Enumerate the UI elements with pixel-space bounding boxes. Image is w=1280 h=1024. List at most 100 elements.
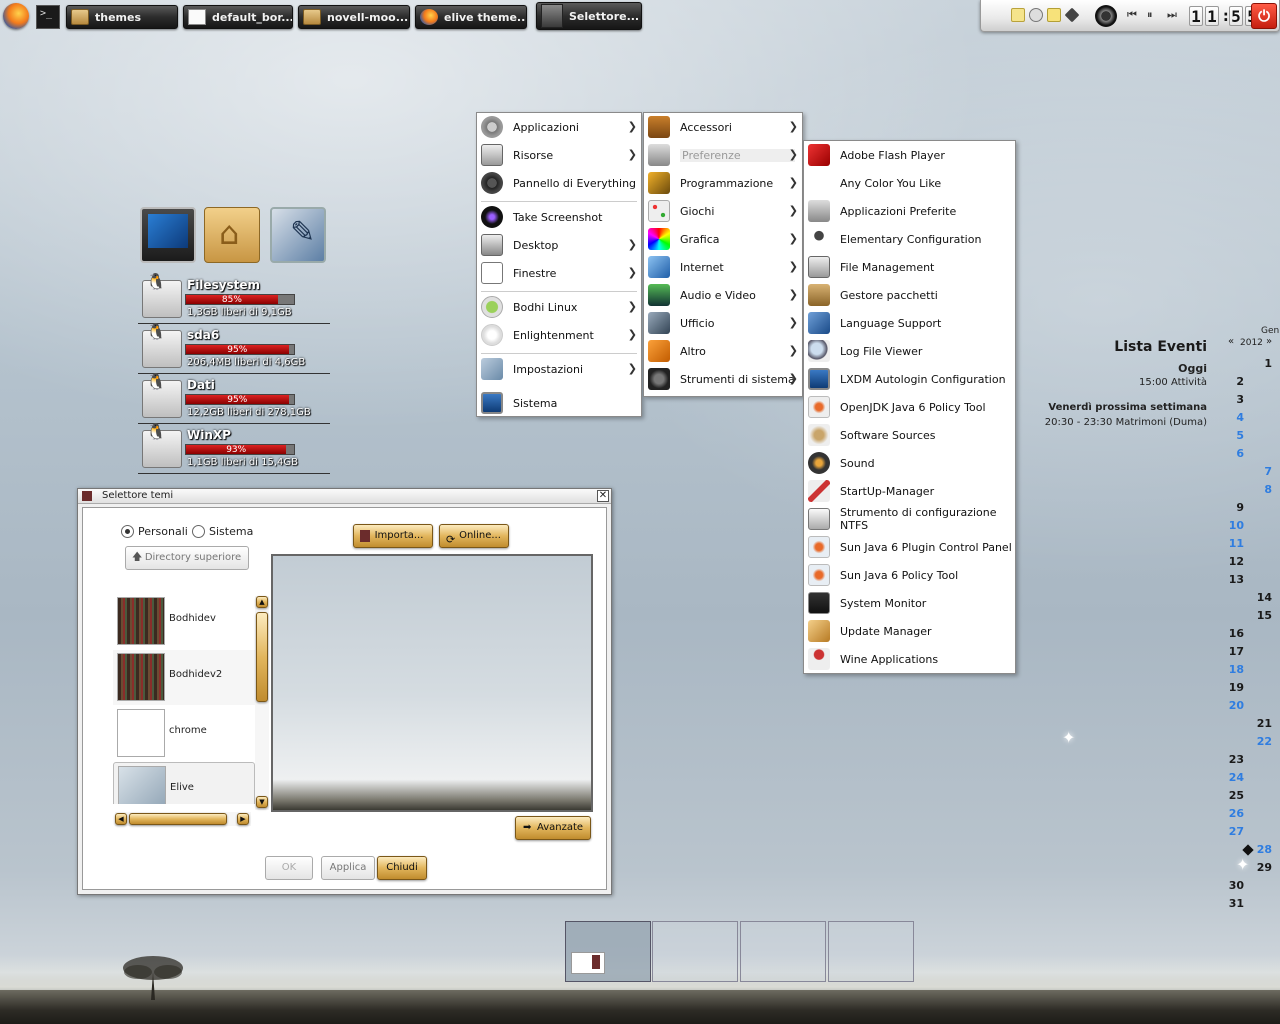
menu-item-adobe-flash[interactable]: Adobe Flash Player <box>804 141 1015 169</box>
dialog-titlebar[interactable]: Selettore temi ✕ <box>78 489 611 504</box>
menu-item-enlightenment[interactable]: Enlightenment ❯ <box>477 321 641 349</box>
calendar-day[interactable]: 4 <box>1222 411 1244 424</box>
menu-item-bodhi-linux[interactable]: Bodhi Linux ❯ <box>477 293 641 321</box>
calendar-day[interactable]: 23 <box>1222 753 1244 766</box>
menu-item-audio-video[interactable]: Audio e Video ❯ <box>644 281 802 309</box>
menu-item-pannello-everything[interactable]: Pannello di Everything <box>477 169 641 197</box>
menu-item-programmazione[interactable]: Programmazione ❯ <box>644 169 802 197</box>
menu-item-elementary-config[interactable]: Elementary Configuration <box>804 225 1015 253</box>
prev-icon[interactable]: ⏮ <box>1127 8 1141 22</box>
calendar-day[interactable]: 2 <box>1222 375 1244 388</box>
event-today-item[interactable]: 15:00 Attività <box>1139 377 1207 388</box>
calendar-day[interactable]: 20 <box>1222 699 1244 712</box>
calendar-day[interactable]: 26 <box>1222 807 1244 820</box>
menu-item-ntfs-config[interactable]: Strumento di configurazione NTFS <box>804 505 1015 533</box>
calendar-day[interactable]: 13 <box>1222 573 1244 586</box>
desktop-pager-4[interactable] <box>828 921 914 982</box>
parent-directory-button[interactable]: 🡅 Directory superiore <box>125 546 249 570</box>
clock[interactable]: 1 1 : 5 5 <box>1189 6 1259 26</box>
menu-item-update-manager[interactable]: Update Manager <box>804 617 1015 645</box>
task-button-elive-theme[interactable]: elive theme... <box>415 5 527 29</box>
sticky-note-icon[interactable] <box>1047 8 1061 22</box>
theme-item-bodhidev2[interactable]: Bodhidev2 <box>113 650 255 705</box>
menu-item-grafica[interactable]: Grafica ❯ <box>644 225 802 253</box>
calendar-day[interactable]: 25 <box>1222 789 1244 802</box>
menu-item-altro[interactable]: Altro ❯ <box>644 337 802 365</box>
calendar-day[interactable]: 1 <box>1250 357 1272 370</box>
power-icon[interactable]: ⏻ <box>1251 3 1277 29</box>
scroll-thumb[interactable] <box>129 813 227 825</box>
record-icon[interactable] <box>1095 5 1117 27</box>
menu-item-software-sources[interactable]: Software Sources <box>804 421 1015 449</box>
menu-item-ufficio[interactable]: Ufficio ❯ <box>644 309 802 337</box>
calendar-day[interactable]: 12 <box>1222 555 1244 568</box>
menu-item-finestre[interactable]: Finestre ❯ <box>477 259 641 287</box>
theme-item-chrome[interactable]: chrome <box>113 706 255 761</box>
drive-gadget-sda6[interactable]: 🐧 sda6 95% 206,4MB liberi di 4,6GB <box>138 322 330 374</box>
pause-icon[interactable]: ⏸ <box>1147 8 1161 22</box>
theme-item-elive[interactable]: Elive <box>113 762 255 804</box>
menu-item-sound[interactable]: Sound <box>804 449 1015 477</box>
firefox-launcher-icon[interactable] <box>3 3 29 29</box>
calendar-day[interactable]: 15 <box>1250 609 1272 622</box>
menu-item-take-screenshot[interactable]: Take Screenshot <box>477 203 641 231</box>
task-button-default-border[interactable]: default_bor... <box>183 5 293 29</box>
scroll-down-icon[interactable]: ▼ <box>256 796 268 808</box>
theme-list-vertical-scrollbar[interactable]: ▲ ▼ <box>255 596 269 810</box>
calendar-day[interactable]: 8 <box>1250 483 1272 496</box>
radio-personali[interactable]: Personali <box>121 525 188 538</box>
close-button[interactable]: Chiudi <box>377 856 427 880</box>
task-button-theme-selector[interactable]: Selettore... <box>536 2 642 30</box>
menu-item-openjdk-policy[interactable]: OpenJDK Java 6 Policy Tool <box>804 393 1015 421</box>
scroll-right-icon[interactable]: ▶ <box>237 813 249 825</box>
menu-item-accessori[interactable]: Accessori ❯ <box>644 113 802 141</box>
desktop-pager-1[interactable] <box>565 921 651 982</box>
theme-item-bodhidev[interactable]: Bodhidev <box>113 594 255 649</box>
menu-item-system-monitor[interactable]: System Monitor <box>804 589 1015 617</box>
calendar-day[interactable]: 10 <box>1222 519 1244 532</box>
task-button-themes[interactable]: themes <box>66 5 178 29</box>
radio-sistema[interactable]: Sistema <box>192 525 253 538</box>
calendar-day[interactable]: 6 <box>1222 447 1244 460</box>
menu-item-gestore-pacchetti[interactable]: Gestore pacchetti <box>804 281 1015 309</box>
calendar-day[interactable]: 30 <box>1222 879 1244 892</box>
calendar-day[interactable]: 3 <box>1222 393 1244 406</box>
drive-gadget-winxp[interactable]: 🐧 WinXP 93% 1,1GB liberi di 15,4GB <box>138 422 330 474</box>
chat-icon[interactable] <box>1029 8 1043 22</box>
desktop-pager-3[interactable] <box>740 921 826 982</box>
ok-button[interactable]: OK <box>265 856 313 880</box>
home-folder-icon[interactable] <box>204 207 260 263</box>
calendar-day[interactable]: 11 <box>1222 537 1244 550</box>
event-next-item[interactable]: 20:30 - 23:30 Matrimoni (Duma) <box>1045 417 1207 428</box>
menu-item-language-support[interactable]: Language Support <box>804 309 1015 337</box>
menu-item-internet[interactable]: Internet ❯ <box>644 253 802 281</box>
calendar-prev-icon[interactable]: « <box>1228 336 1234 347</box>
menu-item-log-file-viewer[interactable]: Log File Viewer <box>804 337 1015 365</box>
calendar-day[interactable]: 16 <box>1222 627 1244 640</box>
theme-list-horizontal-scrollbar[interactable]: ◀ ▶ <box>115 812 251 826</box>
calendar-day[interactable]: 14 <box>1250 591 1272 604</box>
menu-item-any-color[interactable]: Any Color You Like <box>804 169 1015 197</box>
menu-item-risorse[interactable]: Risorse ❯ <box>477 141 641 169</box>
drive-gadget-dati[interactable]: 🐧 Dati 95% 12,2GB liberi di 278,1GB <box>138 372 330 424</box>
menu-item-sistema[interactable]: Sistema <box>477 389 641 417</box>
menu-item-impostazioni[interactable]: Impostazioni ❯ <box>477 355 641 383</box>
online-button[interactable]: ⟳ Online... <box>439 524 509 548</box>
menu-item-lxdm-autologin[interactable]: LXDM Autologin Configuration <box>804 365 1015 393</box>
menu-item-file-management[interactable]: File Management <box>804 253 1015 281</box>
menu-item-applicazioni-preferite[interactable]: Applicazioni Preferite <box>804 197 1015 225</box>
menu-item-wine-applications[interactable]: Wine Applications <box>804 645 1015 673</box>
scroll-thumb[interactable] <box>256 612 268 702</box>
note-icon[interactable] <box>1011 8 1025 22</box>
menu-item-strumenti-sistema[interactable]: Strumenti di sistema ❯ <box>644 365 802 393</box>
desktop-pager-2[interactable] <box>652 921 738 982</box>
calendar-day[interactable]: 7 <box>1250 465 1272 478</box>
calendar-day[interactable]: 31 <box>1222 897 1244 910</box>
monitor-icon[interactable] <box>140 207 196 263</box>
task-button-novell-moon[interactable]: novell-moo... <box>298 5 410 29</box>
calendar-day[interactable]: 27 <box>1222 825 1244 838</box>
scroll-left-icon[interactable]: ◀ <box>115 813 127 825</box>
apply-button[interactable]: Applica <box>321 856 375 880</box>
menu-item-desktop[interactable]: Desktop ❯ <box>477 231 641 259</box>
advanced-button[interactable]: ➡ Avanzate <box>515 816 591 840</box>
